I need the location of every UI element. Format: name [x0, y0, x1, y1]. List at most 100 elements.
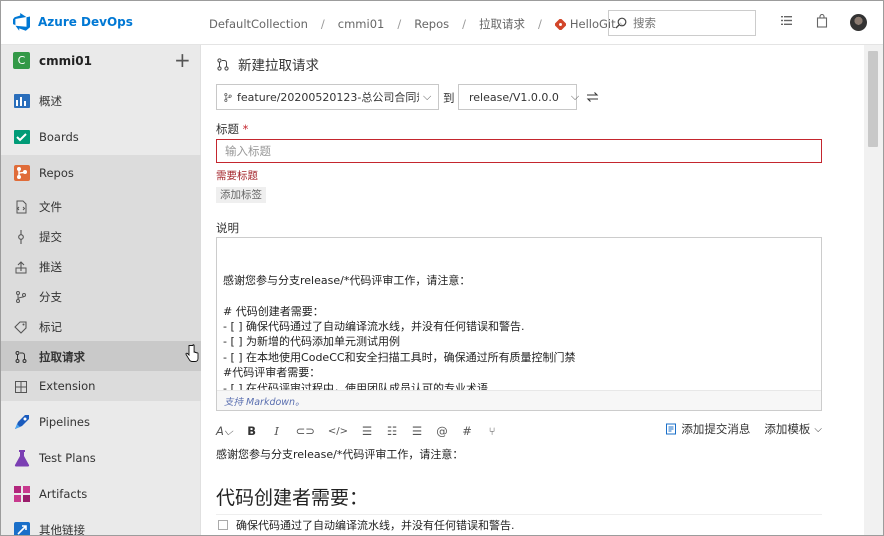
sidebar: C cmmi01 + 概述 Boards Repos 文件 提交 推送 分支 标… — [1, 45, 201, 536]
sidebar-item-test-plans[interactable]: Test Plans — [1, 440, 201, 476]
preview-paragraph: 感谢您参与分支release/*代码评审工作，请注意： — [216, 448, 464, 461]
sidebar-item-commits[interactable]: 提交 — [1, 221, 201, 251]
add-commit-messages-button[interactable]: 添加提交消息 — [665, 421, 750, 437]
bold-icon[interactable]: B — [246, 424, 258, 438]
toolbar-actions: 添加提交消息 添加模板 ⌵ — [665, 421, 822, 437]
title-label-text: 标题 — [216, 122, 239, 136]
project-header[interactable]: C cmmi01 + — [1, 45, 201, 79]
breadcrumb-separator: / — [320, 17, 325, 31]
source-branch-name: feature/20200520123-总公司合同规约 — [237, 91, 419, 104]
sidebar-item-tags[interactable]: 标记 — [1, 311, 201, 341]
breadcrumb-separator: / — [537, 17, 542, 31]
sidebar-item-label: 文件 — [39, 200, 62, 214]
link-icon[interactable]: ⊂⊃ — [296, 424, 315, 438]
source-branch-dropdown[interactable]: feature/20200520123-总公司合同规约 ⌵ — [216, 84, 439, 110]
commit-icon — [18, 230, 24, 244]
italic-icon[interactable]: I — [271, 424, 283, 438]
test-plans-icon — [14, 450, 30, 467]
document-icon — [666, 423, 677, 435]
file-icon — [16, 200, 27, 214]
sidebar-item-label: Repos — [39, 166, 74, 180]
target-branch-dropdown[interactable]: release/V1.0.0.0 ⌵ — [458, 84, 580, 110]
code-icon[interactable]: </> — [328, 426, 348, 437]
markdown-toolbar: A⌵ B I ⊂⊃ </> ☰ ☷ ☰ @ # ⑂ 添加提交消息 添加模板 ⌵ — [216, 421, 822, 441]
title-input[interactable] — [216, 139, 822, 163]
sidebar-item-pull-requests[interactable]: 拉取请求 — [1, 341, 201, 371]
pipelines-icon — [15, 415, 29, 429]
project-badge: C — [13, 52, 30, 69]
vertical-scrollbar[interactable] — [864, 45, 883, 535]
sidebar-item-pipelines[interactable]: Pipelines — [1, 404, 201, 440]
sidebar-item-pushes[interactable]: 推送 — [1, 251, 201, 281]
boards-icon — [14, 130, 30, 144]
chevron-down-icon: ⌵ — [423, 90, 432, 103]
hashtag-icon[interactable]: # — [461, 424, 473, 438]
sidebar-item-extension[interactable]: Extension — [1, 371, 201, 401]
overview-icon — [14, 94, 30, 108]
search-box[interactable] — [608, 10, 756, 36]
sidebar-item-label: 其他链接 — [39, 523, 85, 536]
pull-request-link-icon[interactable]: ⑂ — [486, 424, 498, 438]
sidebar-item-repos[interactable]: Repos — [1, 155, 201, 191]
numbered-list-icon[interactable]: ☰ — [361, 424, 373, 438]
add-icon[interactable]: + — [174, 48, 191, 72]
breadcrumb-separator: / — [462, 17, 466, 31]
list-icon[interactable] — [780, 14, 793, 27]
sidebar-item-branches[interactable]: 分支 — [1, 281, 201, 311]
description-editor[interactable]: 感谢您参与分支release/*代码评审工作，请注意： # 代码创建者需要： -… — [216, 237, 822, 411]
text-format-icon[interactable]: A⌵ — [216, 424, 233, 439]
target-branch-name: release/V1.0.0.0 — [469, 90, 559, 104]
sidebar-item-files[interactable]: 文件 — [1, 191, 201, 221]
grid-icon — [15, 381, 27, 393]
mention-icon[interactable]: @ — [436, 424, 448, 438]
task-list-icon[interactable]: ☰ — [411, 424, 423, 438]
sidebar-item-overview[interactable]: 概述 — [1, 83, 201, 119]
branch-icon — [224, 92, 232, 102]
chevron-down-icon: ⌵ — [570, 90, 580, 103]
sidebar-item-label: Extension — [39, 379, 96, 393]
azure-devops-icon — [13, 13, 30, 31]
title-label: 标题 * — [216, 121, 248, 137]
sidebar-item-label: Artifacts — [39, 487, 88, 501]
description-label: 说明 — [216, 221, 239, 235]
pull-request-icon — [217, 57, 229, 71]
project-name: cmmi01 — [39, 54, 92, 68]
add-template-button[interactable]: 添加模板 ⌵ — [764, 421, 822, 437]
title-error-message: 需要标题 — [216, 170, 258, 182]
sidebar-item-artifacts[interactable]: Artifacts — [1, 476, 201, 512]
swap-icon[interactable] — [586, 91, 599, 103]
sidebar-item-boards[interactable]: Boards — [1, 119, 201, 155]
page-title-text: 新建拉取请求 — [238, 58, 319, 74]
breadcrumb-repos[interactable]: Repos — [414, 17, 449, 31]
repos-icon — [14, 165, 30, 181]
azure-devops-logo[interactable]: Azure DevOps — [13, 13, 133, 31]
required-mark: * — [242, 122, 249, 136]
sidebar-item-label: 提交 — [39, 230, 62, 244]
to-label: 到 — [443, 91, 455, 105]
pull-request-icon — [15, 351, 27, 363]
breadcrumb-collection[interactable]: DefaultCollection — [209, 17, 308, 31]
shopping-bag-icon[interactable] — [816, 14, 828, 28]
markdown-hint[interactable]: 支持 Markdown。 — [217, 390, 821, 410]
task-checkbox[interactable] — [218, 520, 228, 530]
avatar[interactable] — [850, 14, 867, 31]
hand-cursor-icon — [185, 344, 199, 362]
brand-name: Azure DevOps — [38, 15, 133, 29]
page-title: 新建拉取请求 — [216, 54, 319, 74]
branch-icon — [16, 291, 26, 303]
top-bar: Azure DevOps DefaultCollection / cmmi01 … — [1, 1, 883, 45]
git-repo-icon — [554, 18, 566, 30]
sidebar-item-label: 标记 — [39, 320, 62, 334]
add-tag-button[interactable]: 添加标签 — [216, 187, 266, 203]
scrollbar-thumb[interactable] — [868, 51, 878, 147]
sidebar-item-other-links[interactable]: 其他链接 — [1, 512, 201, 536]
sidebar-item-label: 概述 — [39, 94, 62, 108]
bulleted-list-icon[interactable]: ☷ — [386, 424, 398, 438]
breadcrumb-project[interactable]: cmmi01 — [338, 17, 385, 31]
search-input[interactable] — [633, 16, 743, 30]
tag-icon — [14, 321, 27, 334]
link-icon — [14, 522, 30, 535]
breadcrumb-pull-requests[interactable]: 拉取请求 — [479, 16, 525, 32]
breadcrumb: DefaultCollection / cmmi01 / Repos / 拉取请… — [209, 16, 626, 32]
sidebar-item-label: 分支 — [39, 290, 62, 304]
